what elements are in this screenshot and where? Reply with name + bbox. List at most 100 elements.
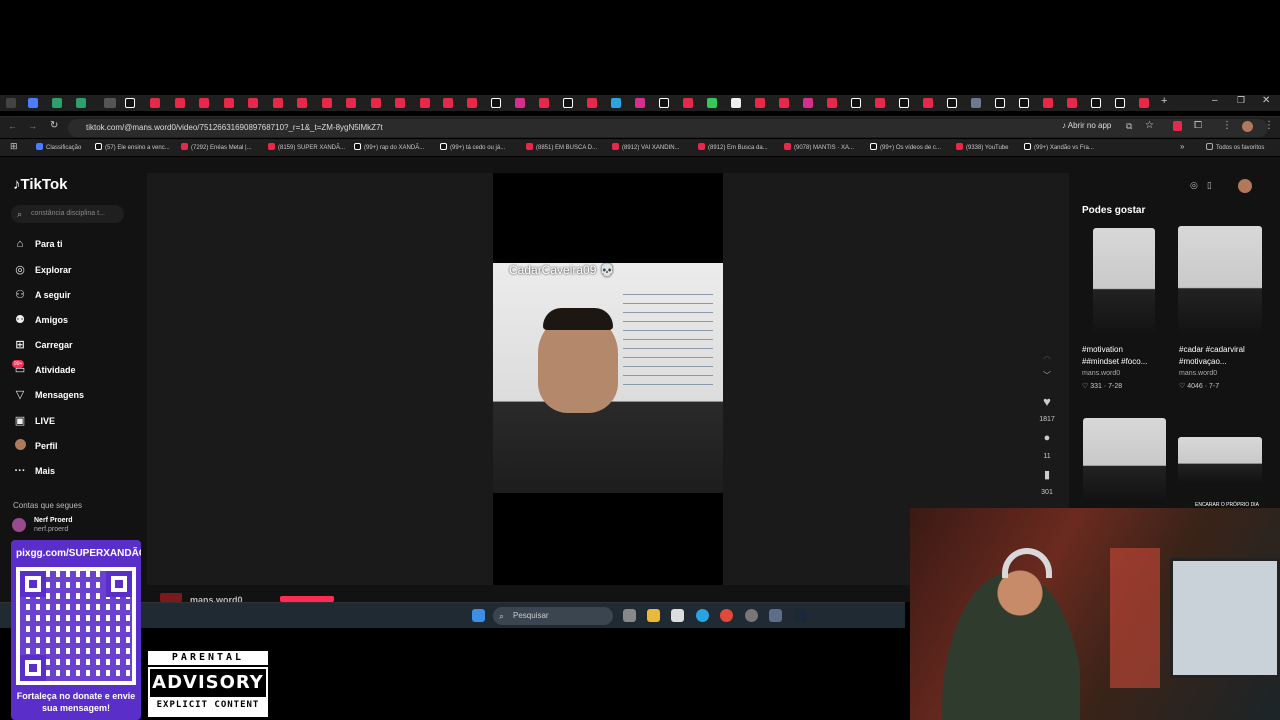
tab-favicon-youtube[interactable] [1139, 98, 1149, 108]
taskbar-search-input[interactable]: ⌕ Pesquisar [493, 607, 613, 625]
comment-icon[interactable]: ● [1037, 432, 1057, 444]
bookmark-item[interactable]: (8851) EM BUSCA D... [526, 143, 597, 151]
tab-favicon[interactable] [52, 98, 62, 108]
tab-favicon-youtube[interactable] [779, 98, 789, 108]
reload-icon[interactable]: ↻ [50, 120, 58, 131]
phone-icon[interactable]: ▯ [1207, 180, 1221, 190]
tab-favicon-tiktok[interactable] [1091, 98, 1101, 108]
nav-item-amigos[interactable]: ⚉ Amigos [13, 313, 68, 326]
chrome-icon[interactable] [720, 609, 733, 622]
steam-icon[interactable] [794, 609, 807, 622]
recommended-thumbnail[interactable] [1093, 228, 1155, 338]
tab-favicon-youtube[interactable] [923, 98, 933, 108]
nav-item-explorar[interactable]: ◎ Explorar [13, 263, 71, 276]
video-player[interactable] [493, 263, 723, 493]
nav-item-perfil[interactable]: Perfil [13, 439, 58, 452]
tab-favicon-youtube[interactable] [395, 98, 405, 108]
bookmark-item[interactable]: (99+) rap do XANDÃ... [354, 143, 424, 151]
bookmark-item[interactable]: (9078) MANTIS · XA... [784, 143, 854, 151]
bookmark-item[interactable]: (8159) SUPER XANDÃ... [268, 143, 345, 151]
tab-favicon[interactable] [76, 98, 86, 108]
bookmark-item[interactable]: (8912) VAI XANDIN... [612, 143, 680, 151]
tab-favicon[interactable] [28, 98, 38, 108]
bookmark-item[interactable]: (99+) Xandão vs Fra... [1024, 143, 1094, 151]
tab-favicon-youtube[interactable] [248, 98, 258, 108]
tab-favicon-youtube[interactable] [175, 98, 185, 108]
bookmark-item[interactable]: (99+) Os vídeos de c... [870, 143, 941, 151]
tab-favicon-youtube[interactable] [443, 98, 453, 108]
recommended-author[interactable]: mans.word0 [1082, 370, 1120, 377]
tab-favicon-instagram[interactable] [635, 98, 645, 108]
file-explorer-icon[interactable] [647, 609, 660, 622]
menu-icon[interactable]: ⋮ [1264, 120, 1274, 131]
nav-item-mensagens[interactable]: ▽ Mensagens [13, 388, 84, 401]
tab-favicon-tiktok[interactable] [659, 98, 669, 108]
recommended-title[interactable]: #motivation ##mindset #foco... [1082, 344, 1162, 368]
tab-favicon-tiktok[interactable] [995, 98, 1005, 108]
bookmark-item[interactable]: (7292) Enéas Metal |... [181, 143, 252, 151]
bookmark-item[interactable]: (9338) YouTube [956, 143, 1008, 151]
tab-favicon-tiktok[interactable] [899, 98, 909, 108]
tab-favicon-youtube[interactable] [467, 98, 477, 108]
bookmark-item[interactable]: (57) Ele ensino a venc... [95, 143, 170, 151]
tab-favicon-tiktok[interactable] [491, 98, 501, 108]
store-icon[interactable] [671, 609, 684, 622]
translate-icon[interactable]: ⧉ [1126, 121, 1132, 132]
bookmark-item[interactable]: (99+) tá cedo ou já... [440, 143, 505, 151]
profile-avatar[interactable] [1242, 121, 1253, 132]
chevron-down-icon[interactable]: ﹀ [1037, 370, 1057, 381]
tab-favicon-youtube[interactable] [539, 98, 549, 108]
chevron-up-icon[interactable]: ︿ [1037, 350, 1057, 361]
tab-favicon-youtube[interactable] [683, 98, 693, 108]
following-user-item[interactable]: Nerf Proerd nerf.proerd [12, 516, 73, 534]
nav-item-live[interactable]: ▣ LIVE [13, 414, 55, 427]
tab-favicon-youtube[interactable] [1067, 98, 1077, 108]
tab-favicon[interactable] [971, 98, 981, 108]
tab-favicon-tiktok[interactable] [851, 98, 861, 108]
nav-item-mais[interactable]: ··· Mais [13, 465, 56, 477]
tab-favicon-youtube[interactable] [371, 98, 381, 108]
tab-favicon-youtube[interactable] [199, 98, 209, 108]
bookmark-item[interactable]: Classificação [36, 143, 81, 151]
tab-favicon-youtube[interactable] [346, 98, 356, 108]
all-favorites-folder[interactable]: Todos os favoritos [1206, 143, 1264, 151]
compass-icon[interactable]: ◎ [1190, 180, 1207, 190]
obs-icon[interactable] [745, 609, 758, 622]
nav-item-carregar[interactable]: ⊞ Carregar [13, 338, 72, 351]
avatar[interactable] [1238, 179, 1252, 193]
author-avatar[interactable] [160, 593, 182, 602]
puzzle-icon[interactable]: ⧠ [1194, 120, 1202, 131]
tab-favicon-youtube[interactable] [297, 98, 307, 108]
tab-favicon-youtube[interactable] [1043, 98, 1053, 108]
windows-start-icon[interactable] [472, 609, 485, 622]
recommended-title[interactable]: #cadar #cadarviral #motivaçao... [1179, 344, 1269, 368]
recommended-author[interactable]: mans.word0 [1179, 370, 1217, 377]
tab-favicon-google[interactable] [731, 98, 741, 108]
recommended-thumbnail[interactable] [1178, 226, 1262, 338]
settings-icon[interactable] [769, 609, 782, 622]
tab-favicon-tiktok[interactable] [563, 98, 573, 108]
tab-favicon-youtube[interactable] [755, 98, 765, 108]
recommended-thumbnail[interactable] [1178, 437, 1262, 485]
tab-favicon-youtube[interactable] [420, 98, 430, 108]
close-icon[interactable] [104, 98, 116, 108]
tab-favicon-youtube[interactable] [150, 98, 160, 108]
tab-favicon-youtube[interactable] [875, 98, 885, 108]
back-icon[interactable]: ← [8, 121, 17, 131]
chevron-right-icon[interactable]: » [1180, 142, 1184, 151]
star-icon[interactable]: ☆ [1145, 120, 1154, 131]
tab-favicon-youtube[interactable] [322, 98, 332, 108]
minimize-icon[interactable]: – [1212, 95, 1218, 106]
tiktok-logo[interactable]: ♪TikTok [13, 176, 67, 193]
url-text[interactable]: tiktok.com/@mans.word0/video/75126631690… [86, 123, 383, 132]
apps-icon[interactable]: ⊞ [10, 141, 18, 152]
tab-favicon-kick[interactable] [707, 98, 717, 108]
bookmark-icon[interactable]: ▮ [1037, 468, 1057, 481]
extension-icon[interactable] [1173, 121, 1182, 131]
close-window-icon[interactable]: ✕ [1262, 95, 1270, 106]
tab-search-icon[interactable]: ⋮ [1222, 120, 1232, 131]
tab-favicon-youtube[interactable] [587, 98, 597, 108]
tab-favicon-youtube[interactable] [224, 98, 234, 108]
tab-favicon-youtube[interactable] [273, 98, 283, 108]
nav-item-para-ti[interactable]: ⌂ Para ti [13, 238, 63, 250]
